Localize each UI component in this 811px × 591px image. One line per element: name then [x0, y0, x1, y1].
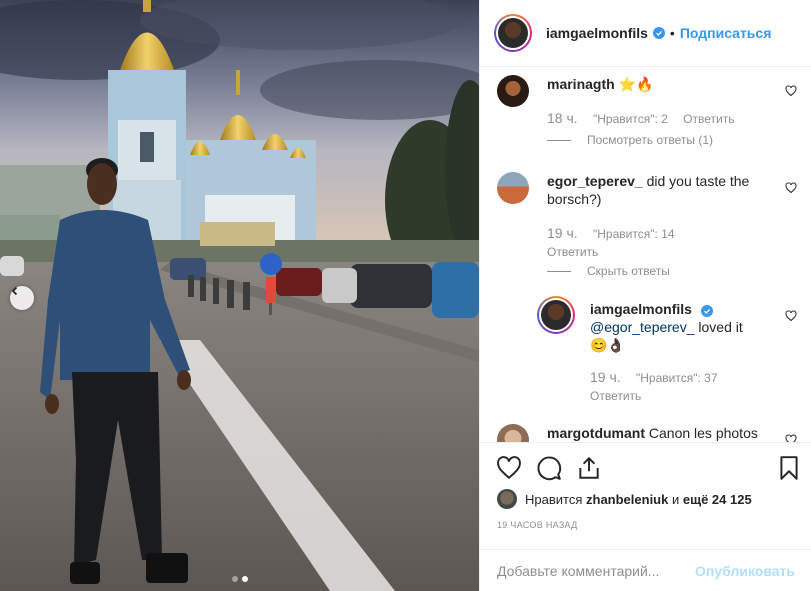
follow-button[interactable]: Подписаться — [680, 25, 772, 41]
like-comment-heart-icon[interactable] — [785, 310, 797, 322]
header-separator: • — [669, 25, 675, 41]
reply-button[interactable]: Ответить — [683, 112, 734, 126]
post-timestamp[interactable]: 19 ЧАСОВ НАЗАД — [497, 520, 578, 530]
view-replies-label: Посмотреть ответы (1) — [587, 133, 714, 147]
like-comment-heart-icon[interactable] — [785, 182, 797, 194]
comment-likes[interactable]: "Нравится": 2 — [593, 112, 668, 126]
view-replies-toggle[interactable]: Посмотреть ответы (1) — [547, 133, 713, 147]
commenter-avatar[interactable] — [497, 424, 529, 442]
comment-text: Canon les photos — [648, 425, 758, 441]
publish-button[interactable]: Опубликовать — [695, 563, 795, 579]
hide-replies-label: Скрыть ответы — [587, 264, 670, 278]
carousel-dot-active — [241, 576, 248, 582]
comment-meta: 19 ч. "Нравится": 37 Ответить — [590, 368, 760, 405]
comment-username[interactable]: egor_teperev_ — [547, 173, 643, 189]
like-comment-heart-icon[interactable] — [785, 85, 797, 97]
carousel-prev-button[interactable] — [10, 286, 34, 310]
comment-time[interactable]: 18 ч. — [547, 110, 578, 126]
comment-likes[interactable]: "Нравится": 14 — [593, 227, 675, 241]
author-username[interactable]: iamgaelmonfils — [546, 25, 648, 41]
like-heart-icon[interactable] — [496, 455, 522, 481]
reply-author-avatar[interactable] — [537, 296, 575, 334]
comment-time[interactable]: 19 ч. — [547, 225, 578, 241]
liker-avatar[interactable] — [497, 489, 517, 509]
hide-replies-toggle[interactable]: Скрыть ответы — [547, 264, 670, 278]
post-actions — [480, 442, 811, 494]
verified-badge-icon — [700, 305, 713, 317]
add-comment-input[interactable] — [497, 562, 696, 579]
reply-button[interactable]: Ответить — [547, 245, 598, 259]
author-avatar[interactable] — [494, 14, 532, 52]
add-comment-form: Опубликовать — [480, 549, 811, 591]
bookmark-icon[interactable] — [776, 455, 802, 481]
commenter-avatar[interactable] — [497, 75, 529, 107]
comment-emoji: 😊👌🏿 — [590, 337, 625, 353]
like-comment-heart-icon[interactable] — [785, 434, 797, 442]
comment-likes[interactable]: "Нравится": 37 — [636, 371, 718, 385]
likes-prefix: Нравится — [525, 491, 583, 507]
comment-time[interactable]: 19 ч. — [590, 369, 621, 385]
reply-button[interactable]: Ответить — [590, 389, 641, 403]
share-icon[interactable] — [576, 455, 602, 481]
likes-middle: и — [671, 491, 680, 507]
liker-username[interactable]: zhanbeleniuk — [586, 492, 668, 507]
comment-username[interactable]: margotdumant — [547, 425, 645, 441]
carousel-dot — [231, 576, 238, 582]
chevron-left-icon — [11, 286, 18, 296]
comment-mention[interactable]: @egor_teperev_ — [590, 319, 695, 335]
comment-text: loved it — [698, 319, 743, 335]
commenter-avatar[interactable] — [497, 172, 529, 204]
likes-summary: Нравится zhanbeleniuk и ещё 24 125 — [497, 489, 752, 509]
comment-bubble-icon[interactable] — [536, 455, 562, 481]
comment-username[interactable]: iamgaelmonfils — [590, 301, 692, 317]
post-side-panel: iamgaelmonfils • Подписаться marinagth ⭐… — [479, 0, 811, 591]
post-header: iamgaelmonfils • Подписаться — [480, 0, 811, 67]
photo-scene — [0, 0, 479, 591]
comment-username[interactable]: marinagth — [547, 76, 615, 92]
post-photo[interactable] — [0, 0, 479, 591]
comment-meta: 18 ч. "Нравится": 2 Ответить — [547, 109, 767, 128]
verified-badge-icon — [652, 27, 665, 39]
likes-count[interactable]: ещё 24 125 — [683, 492, 752, 507]
comments-list[interactable]: marinagth ⭐🔥 18 ч. "Нравится": 2 Ответит… — [480, 68, 811, 442]
comment-meta: 19 ч. "Нравится": 14 Ответить — [547, 224, 767, 261]
carousel-indicator — [0, 576, 479, 582]
comment-text: ⭐🔥 — [618, 76, 654, 92]
